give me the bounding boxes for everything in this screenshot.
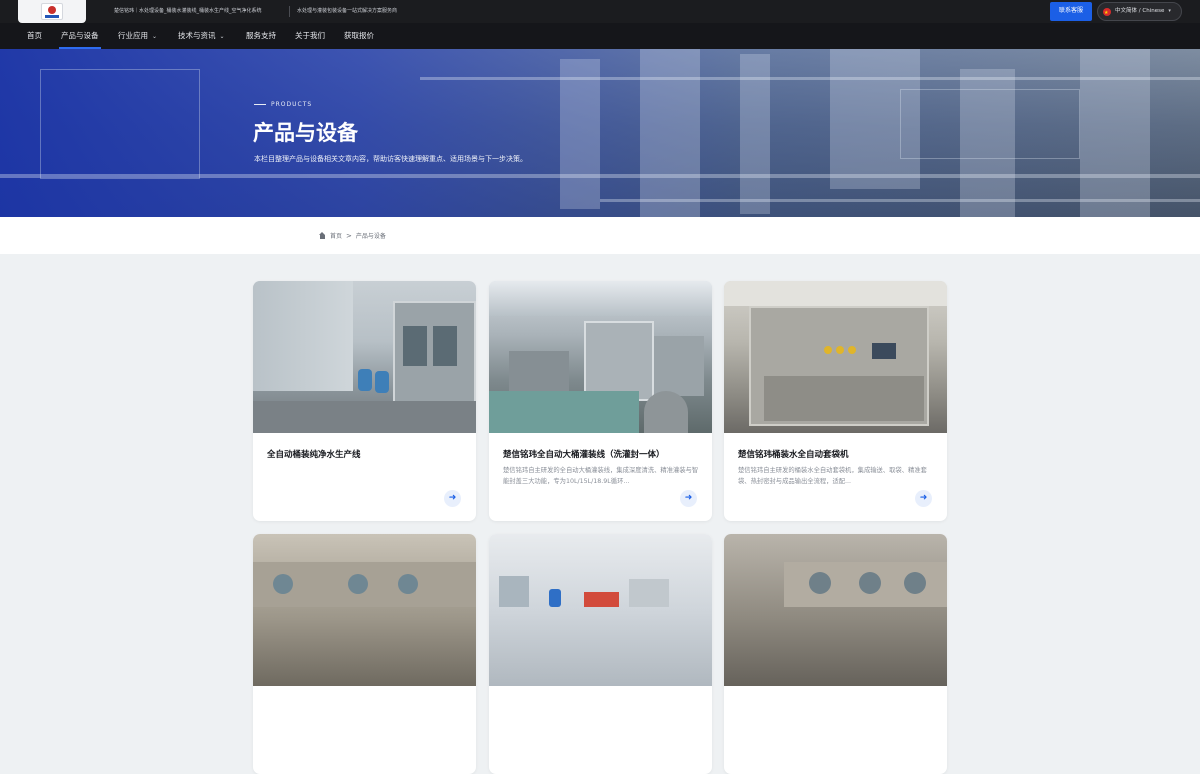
product-description: 楚信铭玮自主研发的桶装水全自动套袋机，集成输送、取袋、精准套袋、热封密封与成品输… (738, 467, 927, 485)
product-card[interactable] (489, 534, 712, 774)
hero-panel-shape (900, 89, 1080, 159)
product-description (267, 465, 463, 487)
breadcrumb-separator: > (346, 231, 352, 240)
breadcrumb-home[interactable]: 首页 (330, 231, 342, 240)
product-card[interactable] (724, 534, 947, 774)
arrow-right-icon[interactable]: ➜ (915, 490, 932, 507)
nav-item-label: 服务支持 (246, 31, 276, 40)
product-card[interactable]: 楚信铭玮桶装水全自动套袋机 楚信铭玮自主研发的桶装水全自动套袋机，集成输送、取袋… (724, 281, 947, 521)
breadcrumb-current: 产品与设备 (355, 233, 386, 240)
site-logo[interactable] (18, 0, 86, 23)
hero-machine-shape (560, 59, 600, 209)
product-card[interactable] (253, 534, 476, 774)
chevron-down-icon: ▾ (1168, 8, 1171, 14)
hero-pipe-shape (600, 199, 1200, 202)
breadcrumb: 首页 > 产品与设备 (319, 231, 386, 240)
nav-item-support[interactable]: 服务支持 (246, 23, 276, 49)
nav-item-quote[interactable]: 获取报价 (344, 23, 374, 49)
product-image (489, 534, 712, 686)
tagline-left: 楚信铭玮｜水处理设备_桶装水灌装线_桶装水生产线_空气净化系统 (114, 8, 262, 14)
page-title: 产品与设备 (253, 121, 358, 145)
china-flag-icon (1103, 5, 1111, 22)
nav-item-label: 技术与资讯 (178, 31, 216, 40)
nav-item-label: 关于我们 (295, 31, 325, 40)
chevron-down-icon: ⌄ (152, 33, 158, 40)
tagline-divider (289, 6, 290, 17)
hero-kicker-text: PRODUCTS (271, 101, 313, 108)
language-selector[interactable]: 中文简体 / Chinese ▾ (1097, 2, 1182, 22)
hero-kicker: PRODUCTS (254, 101, 312, 108)
top-bar: 楚信铭玮｜水处理设备_桶装水灌装线_桶装水生产线_空气净化系统 水处理与灌装包装… (0, 0, 1200, 23)
product-card[interactable]: 全自动桶装纯净水生产线 ➜ (253, 281, 476, 521)
logo-icon (41, 3, 63, 20)
home-icon[interactable] (319, 232, 326, 239)
product-card[interactable]: 楚信铭玮全自动大桶灌装线（洗灌封一体） 楚信铭玮自主研发的全自动大桶灌装线，集成… (489, 281, 712, 521)
breadcrumb-bar: 首页 > 产品与设备 (0, 217, 1200, 254)
product-image (489, 281, 712, 433)
hero-banner: PRODUCTS 产品与设备 本栏目整理产品与设备相关文章内容，帮助访客快速理解… (0, 49, 1200, 217)
hero-machine-shape (640, 49, 700, 217)
tagline-right: 水处理与灌装包装设备一站式解决方案服务商 (297, 8, 398, 14)
nav-item-label: 首页 (27, 31, 42, 40)
product-image (253, 534, 476, 686)
nav-item-products[interactable]: 产品与设备 (59, 23, 100, 49)
hero-description: 本栏目整理产品与设备相关文章内容，帮助访客快速理解重点、适用场景与下一步决策。 (254, 155, 527, 163)
chevron-down-icon: ⌄ (219, 33, 225, 40)
hero-panel-shape (40, 69, 200, 179)
product-description: 楚信铭玮自主研发的全自动大桶灌装线，集成深度清洗、精准灌装与智能封盖三大功能，专… (503, 467, 699, 485)
product-title[interactable]: 全自动桶装纯净水生产线 (267, 448, 463, 460)
product-image (253, 281, 476, 433)
product-image (724, 534, 947, 686)
nav-item-about[interactable]: 关于我们 (295, 23, 325, 49)
product-image (724, 281, 947, 433)
main-nav: 首页 产品与设备 行业应用 ⌄ 技术与资讯 ⌄ 服务支持 关于我们 获取报价 (0, 23, 1200, 49)
arrow-right-icon[interactable]: ➜ (444, 490, 461, 507)
nav-item-tech-news[interactable]: 技术与资讯 ⌄ (178, 23, 225, 49)
nav-item-industry[interactable]: 行业应用 ⌄ (118, 23, 157, 49)
product-title[interactable]: 楚信铭玮桶装水全自动套袋机 (738, 448, 934, 460)
language-label: 中文简体 / Chinese (1115, 8, 1165, 14)
nav-item-label: 获取报价 (344, 31, 374, 40)
nav-item-label: 行业应用 (118, 31, 148, 40)
arrow-right-icon[interactable]: ➜ (680, 490, 697, 507)
hero-machine-shape (1080, 49, 1150, 217)
product-title[interactable]: 楚信铭玮全自动大桶灌装线（洗灌封一体） (503, 448, 699, 460)
nav-item-label: 产品与设备 (61, 31, 99, 40)
nav-item-home[interactable]: 首页 (27, 23, 42, 49)
hero-pipe-shape (420, 77, 1200, 80)
contact-service-button[interactable]: 联系客服 (1050, 2, 1092, 21)
